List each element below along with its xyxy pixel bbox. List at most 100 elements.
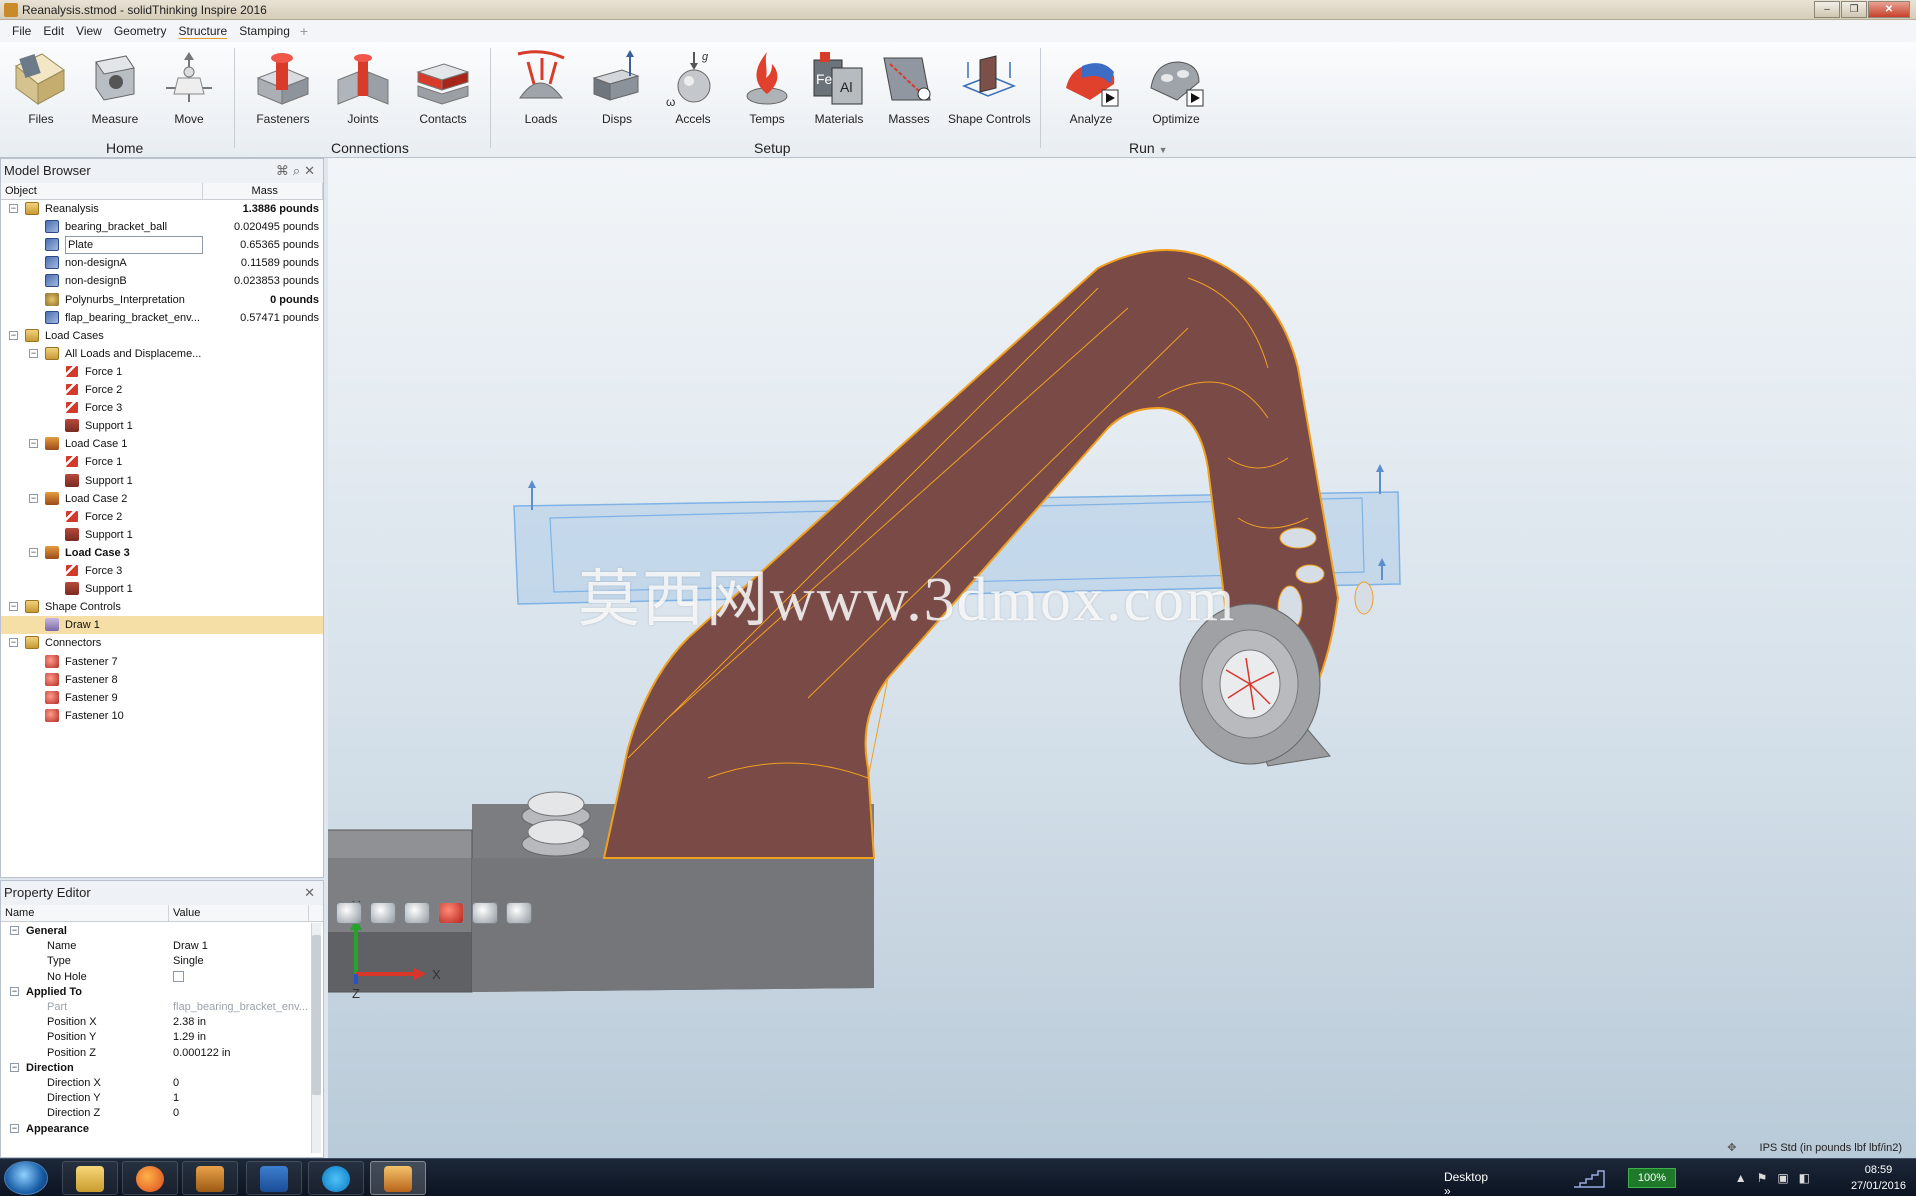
collapse-icon[interactable]: − xyxy=(9,204,18,213)
collapse-icon[interactable]: − xyxy=(29,547,38,557)
column-object[interactable]: Object xyxy=(1,183,204,199)
tree-item[interactable]: flap_bearing_bracket_env... 0.57471 pound… xyxy=(1,309,323,327)
inspire-taskbar-button[interactable] xyxy=(370,1161,426,1195)
property-row[interactable]: Part flap_bearing_bracket_env... xyxy=(1,1001,311,1013)
rotate-view-icon[interactable] xyxy=(506,902,532,924)
tree-item[interactable]: − Reanalysis 1.3886 pounds xyxy=(1,200,323,218)
close-icon[interactable]: ✕ xyxy=(304,885,319,900)
tree-item[interactable]: − Load Cases xyxy=(1,327,323,345)
tree-item[interactable]: Draw 1 xyxy=(1,616,323,635)
tree-item[interactable]: Support 1 xyxy=(1,526,323,544)
close-icon[interactable]: ✕ xyxy=(304,163,319,178)
property-row[interactable]: Position Y 1.29 in xyxy=(1,1031,311,1043)
disps-tool[interactable]: Disps xyxy=(582,48,652,126)
shape-controls-tool[interactable]: Shape Controls xyxy=(948,48,1031,126)
tree-item[interactable]: non-designA 0.11589 pounds xyxy=(1,254,323,272)
unit-settings-icon[interactable]: ✥ xyxy=(1727,1141,1736,1154)
tree-item[interactable]: Plate 0.65365 pounds xyxy=(1,236,323,255)
tree-item[interactable]: Fastener 8 xyxy=(1,671,323,689)
tree-item[interactable]: Fastener 10 xyxy=(1,707,323,725)
explorer-taskbar-button[interactable] xyxy=(62,1161,118,1195)
tree-item[interactable]: Force 2 xyxy=(1,381,323,399)
tree-item[interactable]: Force 3 xyxy=(1,399,323,417)
collapse-icon[interactable]: − xyxy=(9,602,18,612)
materials-tool[interactable]: Fe Al Materials xyxy=(804,48,874,126)
property-value[interactable]: Draw 1 xyxy=(173,940,208,952)
tree-item[interactable]: non-designB 0.023853 pounds xyxy=(1,272,323,290)
tray-icons[interactable]: ▲⚑▣◧ xyxy=(1735,1171,1820,1185)
collapse-icon[interactable]: − xyxy=(29,348,38,358)
property-value[interactable]: 0.000122 in xyxy=(173,1047,231,1059)
collapse-icon[interactable]: − xyxy=(29,493,38,503)
property-group[interactable]: − Direction xyxy=(1,1062,311,1074)
battery-indicator[interactable]: 100% xyxy=(1628,1168,1676,1188)
property-row[interactable]: No Hole xyxy=(1,971,311,983)
view-eye-icon[interactable] xyxy=(336,902,362,924)
contacts-tool[interactable]: Contacts xyxy=(408,48,478,126)
joints-tool[interactable]: Joints xyxy=(328,48,398,126)
property-group[interactable]: − General xyxy=(1,925,311,937)
menu-stamping[interactable]: Stamping xyxy=(233,24,296,38)
property-group[interactable]: − Applied To xyxy=(1,986,311,998)
clock[interactable]: 08:59 27/01/2016 xyxy=(1851,1162,1906,1194)
zoom-icon[interactable] xyxy=(472,902,498,924)
files-tool[interactable]: Files xyxy=(6,48,76,126)
tree-item[interactable]: Force 2 xyxy=(1,508,323,526)
tree-item[interactable]: Polynurbs_Interpretation 0 pounds xyxy=(1,291,323,309)
minimize-button[interactable]: – xyxy=(1814,1,1840,18)
filter-icon[interactable]: ⌘ xyxy=(276,163,293,178)
skype-taskbar-button[interactable] xyxy=(308,1161,364,1195)
masses-tool[interactable]: Masses xyxy=(874,48,944,126)
collapse-icon[interactable]: − xyxy=(10,1062,19,1072)
no-hole-checkbox[interactable] xyxy=(173,971,184,983)
optimize-tool[interactable]: Optimize xyxy=(1141,48,1211,126)
property-value[interactable]: flap_bearing_bracket_env... xyxy=(173,1001,308,1013)
tree-item[interactable]: Fastener 9 xyxy=(1,689,323,707)
column-name[interactable]: Name xyxy=(1,905,169,921)
property-value[interactable]: 1 xyxy=(173,1092,179,1104)
collapse-icon[interactable]: − xyxy=(9,638,18,648)
media-player-taskbar-button[interactable] xyxy=(182,1161,238,1195)
search-icon[interactable]: ⌕ xyxy=(293,163,304,178)
tree-item[interactable]: − Load Case 2 xyxy=(1,490,323,508)
column-value[interactable]: Value xyxy=(169,905,309,921)
section-cut-icon[interactable] xyxy=(404,902,430,924)
fasteners-tool[interactable]: Fasteners xyxy=(248,48,318,126)
collapse-icon[interactable]: − xyxy=(9,330,18,340)
tree-item[interactable]: Support 1 xyxy=(1,417,323,435)
accels-tool[interactable]: gω Accels xyxy=(658,48,728,126)
tree-item[interactable]: − Load Case 3 xyxy=(1,544,323,562)
measure-tool[interactable]: Measure xyxy=(80,48,150,126)
tree-item[interactable]: − All Loads and Displaceme... xyxy=(1,345,323,363)
network-signal-icon[interactable] xyxy=(1572,1167,1616,1189)
temps-tool[interactable]: Temps xyxy=(732,48,802,126)
property-value[interactable]: 2.38 in xyxy=(173,1016,206,1028)
collapse-icon[interactable]: − xyxy=(10,1123,19,1133)
tree-item[interactable]: Force 1 xyxy=(1,453,323,471)
column-mass[interactable]: Mass xyxy=(203,183,323,199)
tree-item[interactable]: Support 1 xyxy=(1,580,323,598)
menu-geometry[interactable]: Geometry xyxy=(108,24,173,38)
tree-item[interactable]: − Shape Controls xyxy=(1,598,323,616)
run-dropdown-icon[interactable]: ▼ xyxy=(1159,145,1168,155)
firefox-taskbar-button[interactable] xyxy=(122,1161,178,1195)
property-value[interactable]: 1.29 in xyxy=(173,1031,206,1043)
tree-item[interactable]: Force 1 xyxy=(1,363,323,381)
run-group-label[interactable]: Run ▼ xyxy=(1129,140,1168,156)
tree-item[interactable]: − Connectors xyxy=(1,634,323,652)
collapse-icon[interactable]: − xyxy=(29,439,38,449)
box-select-icon[interactable] xyxy=(438,902,464,924)
property-scrollbar[interactable] xyxy=(311,923,321,1153)
menu-edit[interactable]: Edit xyxy=(37,24,70,38)
start-button[interactable] xyxy=(4,1161,48,1195)
property-row[interactable]: Direction Z 0 xyxy=(1,1107,311,1119)
tree-item[interactable]: Force 3 xyxy=(1,562,323,580)
outlook-taskbar-button[interactable] xyxy=(246,1161,302,1195)
collapse-icon[interactable]: − xyxy=(10,926,19,935)
camera-icon[interactable] xyxy=(370,902,396,924)
property-row[interactable]: Name Draw 1 xyxy=(1,940,311,952)
add-ribbon-icon[interactable]: + xyxy=(296,23,308,39)
tree-item[interactable]: Fastener 7 xyxy=(1,653,323,671)
property-value[interactable]: Single xyxy=(173,955,204,967)
tree-item[interactable]: bearing_bracket_ball 0.020495 pounds xyxy=(1,218,323,236)
